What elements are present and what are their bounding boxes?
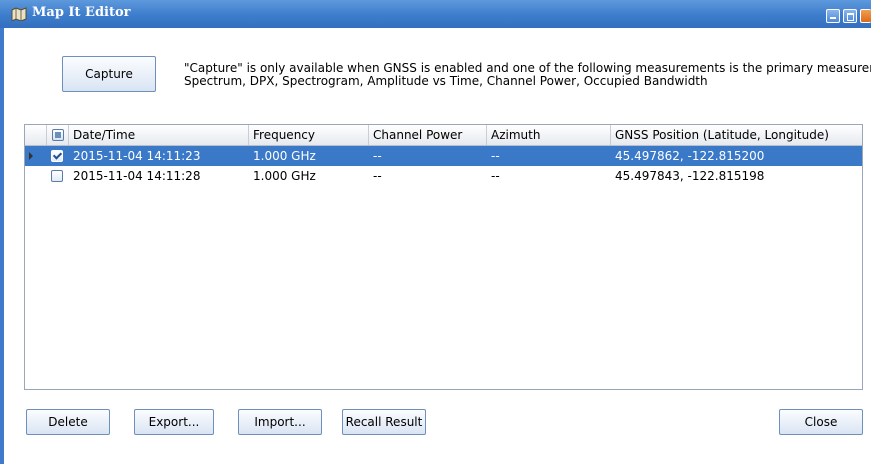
- select-all-checkbox[interactable]: [52, 129, 64, 141]
- window-close-button[interactable]: [860, 9, 871, 23]
- cell-gnss-position: 45.497843, -122.815198: [615, 169, 765, 183]
- row-checkbox[interactable]: [51, 170, 63, 182]
- close-button[interactable]: Close: [779, 409, 863, 435]
- table-header: Date/Time Frequency Channel Power Azimut…: [25, 125, 862, 146]
- cell-azimuth: --: [491, 169, 500, 183]
- column-header-channel-power[interactable]: Channel Power: [369, 125, 487, 145]
- cell-datetime: 2015-11-04 14:11:23: [73, 149, 201, 163]
- row-indicator: [25, 146, 47, 166]
- cell-channel-power: --: [373, 169, 382, 183]
- cell-azimuth: --: [491, 149, 500, 163]
- cell-channel-power: --: [373, 149, 382, 163]
- window-title: Map It Editor: [32, 5, 131, 20]
- column-header-frequency[interactable]: Frequency: [249, 125, 369, 145]
- row-indicator: [25, 166, 47, 186]
- table-row[interactable]: 2015-11-04 14:11:28 1.000 GHz -- -- 45.4…: [25, 166, 862, 186]
- header-indicator-cell: [25, 125, 47, 145]
- capture-info-text: "Capture" is only available when GNSS is…: [184, 62, 871, 88]
- import-button[interactable]: Import...: [238, 409, 322, 435]
- header-select-all-cell: [47, 125, 69, 145]
- cell-frequency: 1.000 GHz: [253, 149, 316, 163]
- recall-result-button[interactable]: Recall Result: [342, 409, 426, 435]
- table-row[interactable]: 2015-11-04 14:11:23 1.000 GHz -- -- 45.4…: [25, 146, 862, 166]
- column-header-gnss-position[interactable]: GNSS Position (Latitude, Longitude): [611, 125, 862, 145]
- column-header-azimuth[interactable]: Azimuth: [487, 125, 611, 145]
- row-checkbox[interactable]: [51, 150, 63, 162]
- capture-info-line-2: Spectrum, DPX, Spectrogram, Amplitude vs…: [184, 74, 708, 88]
- current-row-arrow-icon: [29, 152, 33, 160]
- capture-button[interactable]: Capture: [62, 56, 156, 92]
- maximize-button[interactable]: [843, 9, 857, 23]
- cell-frequency: 1.000 GHz: [253, 169, 316, 183]
- results-table: Date/Time Frequency Channel Power Azimut…: [24, 124, 863, 390]
- export-button[interactable]: Export...: [134, 409, 214, 435]
- cell-datetime: 2015-11-04 14:11:28: [73, 169, 201, 183]
- minimize-button[interactable]: [826, 9, 840, 23]
- map-app-icon: [11, 7, 27, 21]
- title-bar: Map It Editor: [0, 0, 871, 28]
- column-header-datetime[interactable]: Date/Time: [69, 125, 249, 145]
- cell-gnss-position: 45.497862, -122.815200: [615, 149, 765, 163]
- delete-button[interactable]: Delete: [26, 409, 110, 435]
